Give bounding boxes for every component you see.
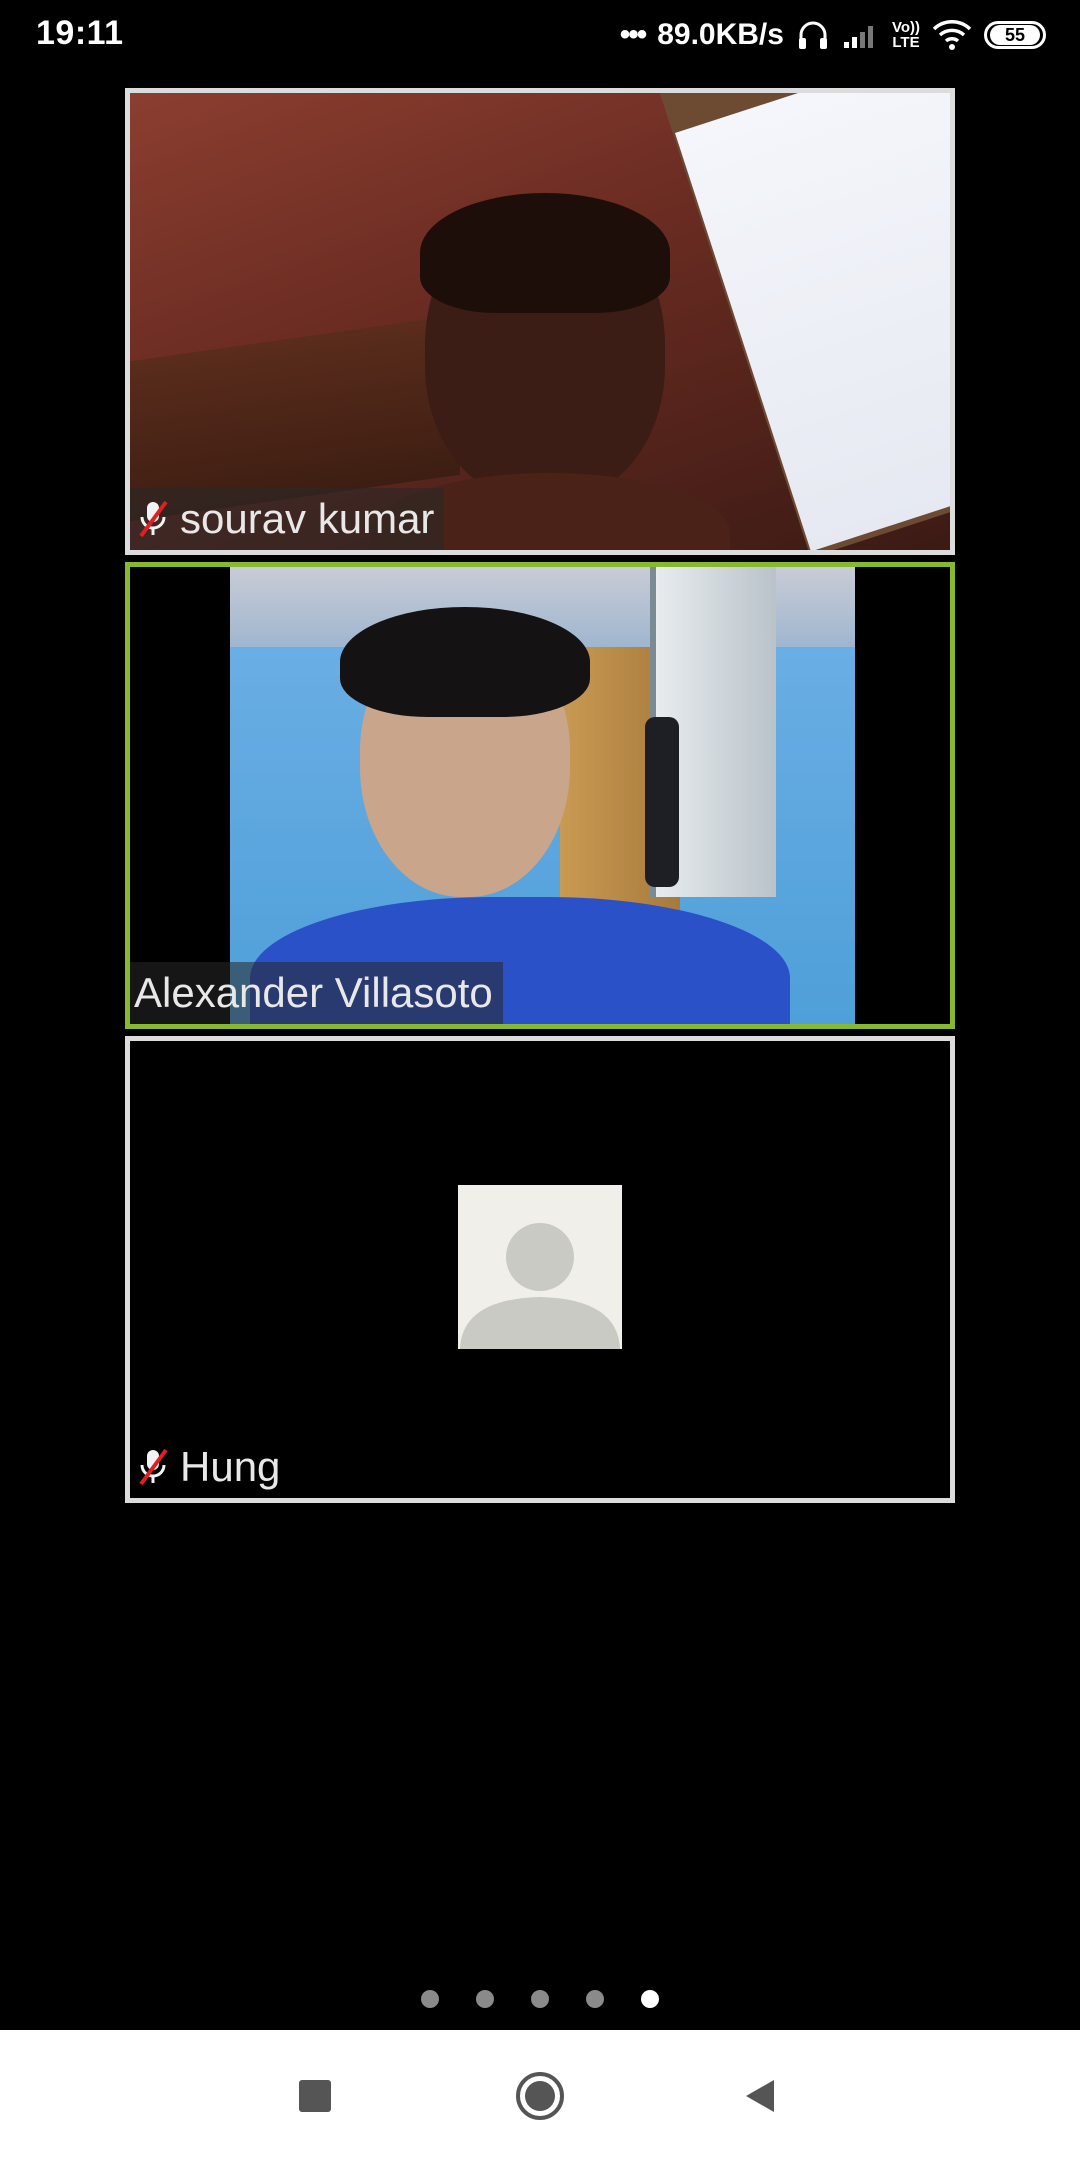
back-button[interactable] — [730, 2066, 790, 2126]
status-bar: 19:11 ••• 89.0KB/s Vo)) LTE 55 — [0, 0, 1080, 70]
participant-name: sourav kumar — [180, 495, 435, 542]
status-time: 19:11 — [36, 14, 124, 52]
page-dot-3[interactable] — [531, 1990, 549, 2008]
participant-video — [230, 567, 855, 1024]
page-dot-2[interactable] — [476, 1990, 494, 2008]
home-button[interactable] — [510, 2066, 570, 2126]
participant-tile-hung[interactable]: Hung — [125, 1036, 955, 1503]
signal-bars-icon — [842, 20, 880, 50]
notification-dots: ••• — [619, 18, 647, 51]
battery-level: 55 — [990, 25, 1040, 45]
headphones-icon — [796, 18, 830, 52]
network-speed: 89.0KB/s — [657, 18, 784, 51]
mic-muted-icon — [136, 1447, 170, 1487]
default-avatar-icon — [458, 1185, 622, 1349]
participant-name-label: Hung — [130, 1436, 290, 1498]
status-icons: ••• 89.0KB/s Vo)) LTE 55 — [620, 12, 1046, 58]
home-icon — [516, 2072, 564, 2120]
participant-tile-alexander[interactable]: Alexander Villasoto — [125, 562, 955, 1029]
participant-tile-sourav[interactable]: sourav kumar — [125, 88, 955, 555]
recents-icon — [299, 2080, 331, 2112]
page-dot-1[interactable] — [421, 1990, 439, 2008]
participant-name-label: sourav kumar — [130, 488, 445, 550]
page-dot-4[interactable] — [586, 1990, 604, 2008]
battery-icon: 55 — [984, 21, 1046, 49]
participant-name: Hung — [180, 1443, 281, 1490]
navigation-bar — [0, 2030, 1080, 2160]
wifi-icon — [932, 19, 972, 51]
back-icon — [746, 2080, 774, 2112]
page-dot-5-active[interactable] — [641, 1990, 659, 2008]
mic-muted-icon — [136, 499, 170, 539]
page-indicator — [0, 1990, 1080, 2010]
participant-name-label: Alexander Villasoto — [130, 962, 503, 1024]
volte-lte-icon: Vo)) LTE — [892, 20, 920, 50]
participant-name: Alexander Villasoto — [134, 969, 493, 1016]
volte-bottom-label: LTE — [892, 34, 920, 51]
recents-button[interactable] — [285, 2066, 345, 2126]
participant-video — [130, 93, 950, 550]
